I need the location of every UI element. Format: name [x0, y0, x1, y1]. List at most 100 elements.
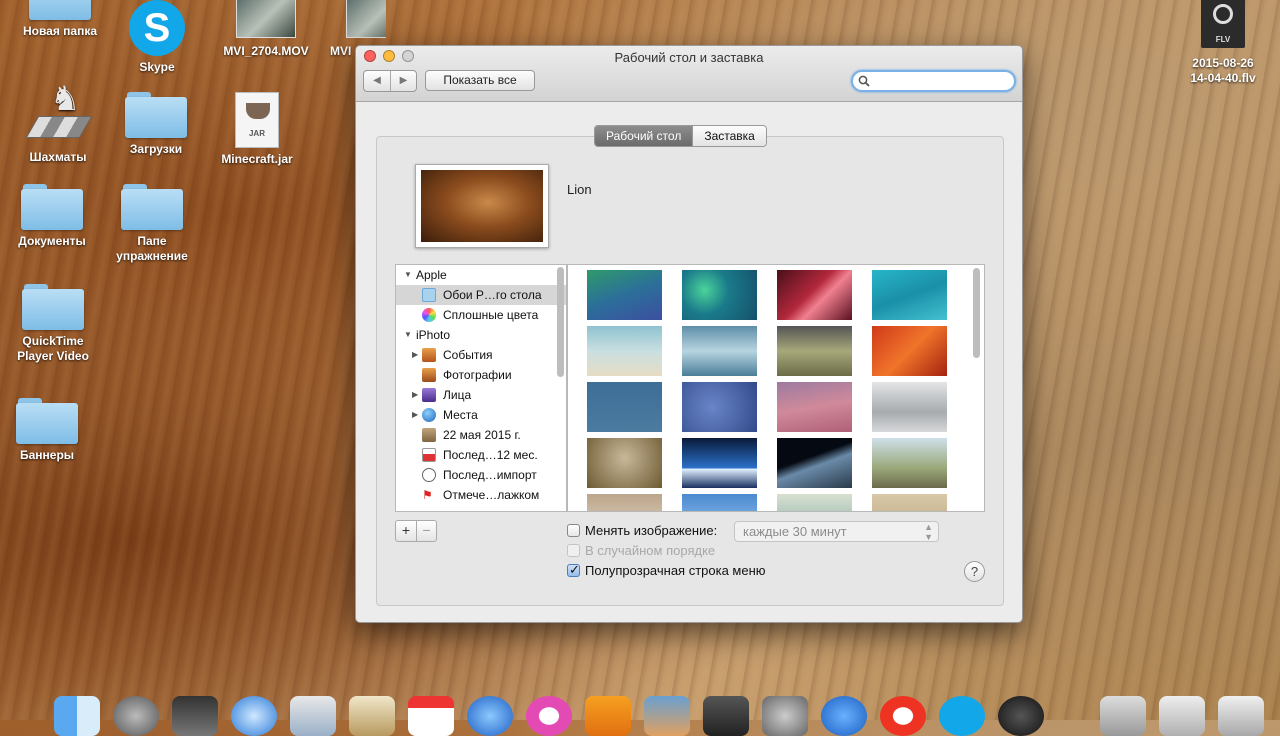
wallpaper-grid[interactable]: [567, 264, 985, 512]
calendar-icon[interactable]: [408, 696, 454, 736]
show-all-button[interactable]: Показать все: [425, 70, 535, 91]
skype-dock-icon[interactable]: [939, 696, 985, 736]
wallpaper-thumbnail[interactable]: [587, 270, 662, 320]
help-button[interactable]: ?: [964, 561, 985, 582]
desktop-video-mvi2704[interactable]: MVI_2704.MOV: [216, 0, 316, 59]
source-label: iPhoto: [416, 328, 451, 342]
desktop-folder-exercise[interactable]: Папе упражнение: [102, 184, 202, 264]
source-item-photos[interactable]: Фотографии: [396, 365, 566, 385]
safari-icon[interactable]: [231, 696, 277, 736]
source-group-apple[interactable]: ▼ Apple: [396, 265, 566, 285]
desktop-skype[interactable]: S Skype: [107, 0, 207, 75]
disclosure-closed-icon[interactable]: ▶: [412, 405, 418, 425]
iphoto-icon[interactable]: [644, 696, 690, 736]
wallpaper-thumbnail[interactable]: [777, 494, 852, 511]
wallpaper-thumbnail[interactable]: [777, 270, 852, 320]
wallpaper-thumbnail[interactable]: [682, 382, 757, 432]
source-item-last-12-months[interactable]: Послед…12 мес.: [396, 445, 566, 465]
wallpaper-thumbnail[interactable]: [777, 326, 852, 376]
system-preferences-icon[interactable]: [762, 696, 808, 736]
photos-icon: [422, 368, 436, 382]
contacts-icon[interactable]: [349, 696, 395, 736]
trash-icon[interactable]: [1218, 696, 1264, 736]
search-input[interactable]: [871, 73, 1011, 89]
desktop-screensaver-window: Рабочий стол и заставка ◀ ▶ Показать все…: [355, 45, 1023, 623]
source-item-places[interactable]: ▶ Места: [396, 405, 566, 425]
forward-arrow-icon[interactable]: ▶: [390, 71, 416, 91]
disclosure-closed-icon[interactable]: ▶: [412, 345, 418, 365]
disclosure-closed-icon[interactable]: ▶: [412, 385, 418, 405]
wallpaper-thumbnail[interactable]: [682, 326, 757, 376]
add-source-button[interactable]: +: [396, 521, 416, 541]
interval-select[interactable]: каждые 30 минут ▲ ▼: [734, 521, 939, 542]
source-item-events[interactable]: ▶ События: [396, 345, 566, 365]
tab-screensaver[interactable]: Заставка: [692, 126, 766, 146]
random-order-checkbox[interactable]: [567, 544, 580, 557]
wallpaper-thumbnail[interactable]: [777, 382, 852, 432]
downloads-stack-icon[interactable]: [1100, 696, 1146, 736]
mission-control-icon[interactable]: [172, 696, 218, 736]
source-group-iphoto[interactable]: ▼ iPhoto: [396, 325, 566, 345]
desktop-quicktime-folder[interactable]: QuickTime Player Video: [3, 284, 103, 364]
source-list-scrollbar[interactable]: [557, 267, 564, 377]
tab-desktop[interactable]: Рабочий стол: [595, 126, 693, 146]
wallpaper-thumbnail[interactable]: [682, 438, 757, 488]
finder-icon[interactable]: [54, 696, 100, 736]
source-item-solid-colors[interactable]: Сплошные цвета: [396, 305, 566, 325]
obs-icon[interactable]: [998, 696, 1044, 736]
desktop-banners[interactable]: Баннеры: [0, 398, 97, 463]
disclosure-open-icon[interactable]: ▼: [404, 325, 412, 345]
desktop-chess[interactable]: ♞ Шахматы: [8, 82, 108, 165]
source-label: Послед…12 мес.: [443, 448, 538, 462]
wallpaper-thumbnail[interactable]: [872, 326, 947, 376]
app-store-icon[interactable]: [467, 696, 513, 736]
remove-source-button[interactable]: −: [416, 521, 436, 541]
change-picture-checkbox[interactable]: [567, 524, 580, 537]
wallpaper-thumbnail[interactable]: [872, 494, 947, 511]
wallpaper-thumbnail[interactable]: [587, 494, 662, 511]
wallpaper-thumbnail[interactable]: [682, 494, 757, 511]
ibooks-icon[interactable]: [585, 696, 631, 736]
wallpaper-thumbnail[interactable]: [587, 382, 662, 432]
desktop-folder-new[interactable]: Новая папка: [10, 0, 110, 39]
launchpad-icon[interactable]: [113, 696, 159, 736]
desktop-flv-file[interactable]: FLV 2015-08-26 14-04-40.flv: [1168, 0, 1278, 86]
desktop-icon-label: Новая папка: [22, 24, 98, 38]
source-item-last-import[interactable]: Послед…импорт: [396, 465, 566, 485]
browser-icon[interactable]: [821, 696, 867, 736]
wallpaper-thumbnail[interactable]: [587, 326, 662, 376]
desktop-icon-label: Документы: [18, 234, 86, 248]
calendar-icon: [422, 448, 436, 462]
window-title: Рабочий стол и заставка: [614, 50, 764, 65]
wallpaper-grid-scrollbar[interactable]: [973, 268, 980, 358]
search-field[interactable]: [851, 70, 1016, 92]
source-item-event-date[interactable]: 22 мая 2015 г.: [396, 425, 566, 445]
wallpaper-thumbnail[interactable]: [587, 438, 662, 488]
wallpaper-thumbnail[interactable]: [872, 438, 947, 488]
wallpaper-thumbnail[interactable]: [872, 382, 947, 432]
source-list[interactable]: ▼ Apple Обои Р…го стола Сплошные цвета ▼ i…: [395, 264, 567, 512]
source-label: 22 мая 2015 г.: [443, 428, 521, 442]
source-item-flagged[interactable]: ⚑ Отмече…лажком: [396, 485, 566, 505]
wallpaper-thumbnail[interactable]: [682, 270, 757, 320]
source-add-remove: + −: [395, 520, 437, 542]
color-wheel-icon: [422, 308, 436, 322]
source-item-faces[interactable]: ▶ Лица: [396, 385, 566, 405]
back-arrow-icon[interactable]: ◀: [364, 71, 390, 91]
mail-icon[interactable]: [290, 696, 336, 736]
yandex-browser-icon[interactable]: [880, 696, 926, 736]
itunes-icon[interactable]: [526, 696, 572, 736]
wallpaper-thumbnail[interactable]: [777, 438, 852, 488]
desktop-icon-label: Папе упражнение: [116, 234, 188, 263]
wallpaper-thumbnail[interactable]: [872, 270, 947, 320]
translucent-menu-checkbox[interactable]: [567, 562, 580, 578]
desktop-documents[interactable]: Документы: [2, 184, 102, 249]
source-item-desktop-pictures[interactable]: Обои Р…го стола: [396, 285, 566, 305]
documents-stack-icon[interactable]: [1159, 696, 1205, 736]
desktop-downloads[interactable]: Загрузки: [106, 92, 206, 157]
desktop-minecraft-jar[interactable]: JAR Minecraft.jar: [207, 92, 307, 167]
disclosure-open-icon[interactable]: ▼: [404, 265, 412, 285]
facetime-icon[interactable]: [703, 696, 749, 736]
dock: [48, 696, 1264, 736]
desktop-icon-label: Баннеры: [19, 448, 75, 462]
